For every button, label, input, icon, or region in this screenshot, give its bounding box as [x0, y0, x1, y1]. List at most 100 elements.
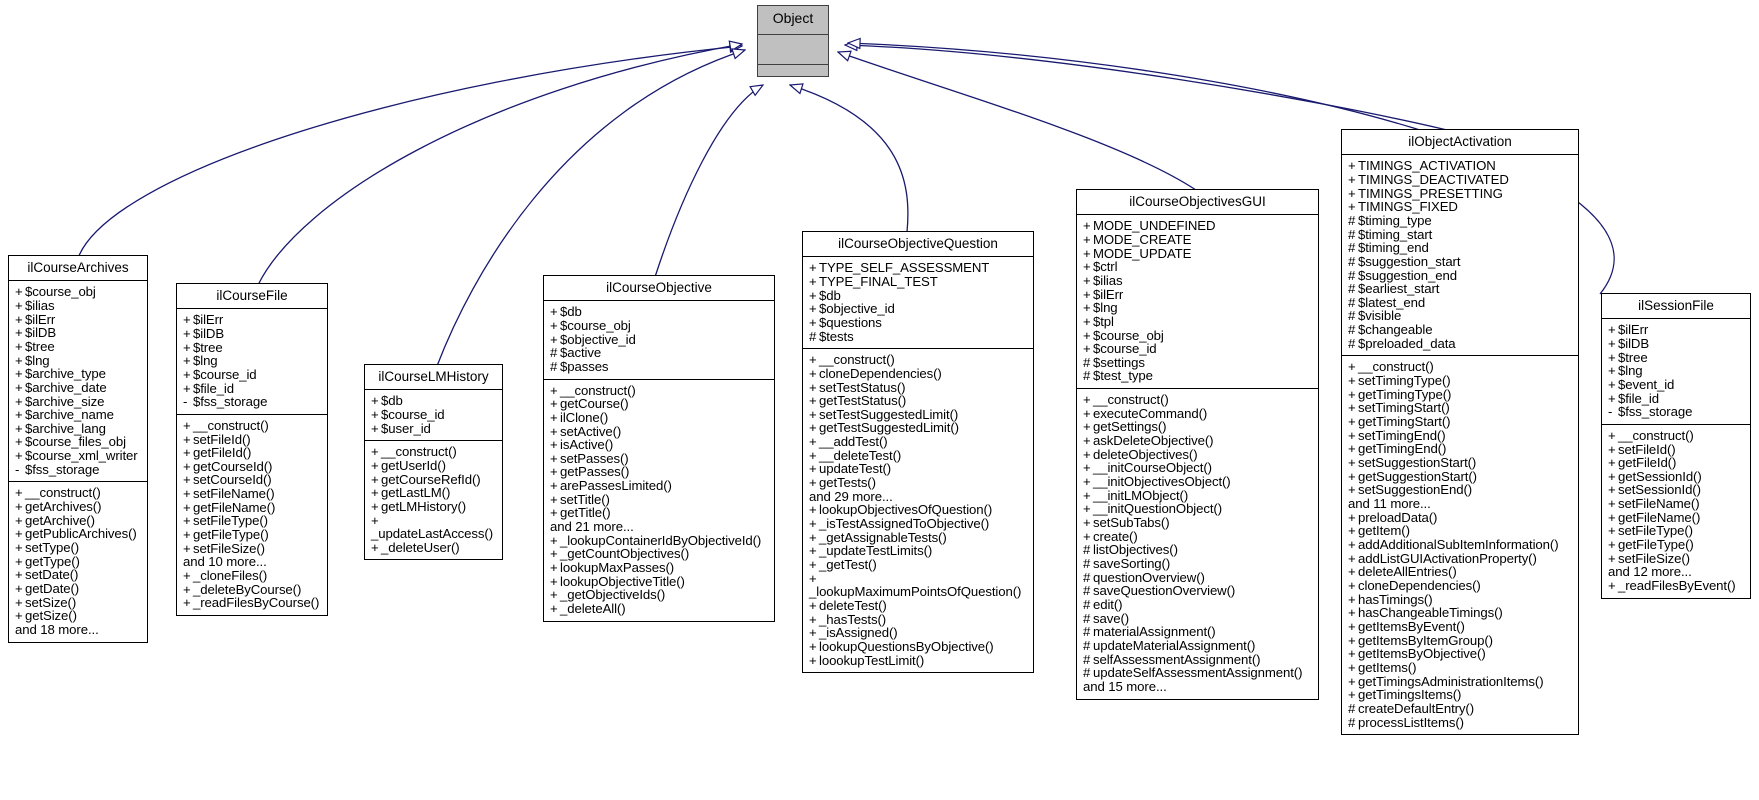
visibility-marker: + [550, 464, 558, 480]
class-member: + getSessionId() [1608, 468, 1702, 484]
class-title-ilcoursefile: ilCourseFile [177, 284, 327, 310]
visibility-marker: + [183, 568, 191, 584]
class-member: + getType() [15, 553, 80, 569]
visibility-marker: + [1608, 349, 1616, 365]
class-member: + getFileType() [1608, 537, 1694, 553]
visibility-marker: + [183, 417, 191, 433]
class-member: + $ilErr [1083, 286, 1124, 302]
visibility-marker: + [15, 608, 23, 624]
class-member: + lookupObjectivesOfQuestion() [809, 502, 993, 518]
class-member: + $lng [15, 352, 50, 368]
visibility-marker: + [15, 581, 23, 597]
visibility-marker: + [550, 546, 558, 562]
visibility-marker: # [1348, 267, 1356, 283]
visibility-marker: + [183, 458, 191, 474]
class-member: + hasTimings() [1348, 591, 1433, 607]
class-member: + $course_files_obj [15, 434, 126, 450]
class-member: + lookupObjectiveTitle() [550, 573, 685, 589]
visibility-marker: + [809, 475, 817, 491]
class-methods-ilcoursearchives: + __construct() + getArchives() + getArchive(… [9, 482, 147, 641]
visibility-marker: + [371, 471, 379, 487]
visibility-marker: # [1348, 240, 1356, 256]
visibility-marker: + [550, 437, 558, 453]
class-member: # $suggestion_end [1348, 267, 1457, 283]
visibility-marker: + [371, 512, 379, 528]
class-title-ilcourseobjectivesgui: ilCourseObjectivesGUI [1077, 190, 1318, 216]
class-member: + $course_obj [550, 317, 631, 333]
visibility-marker: # [1348, 308, 1356, 324]
class-member: + setSubTabs() [1083, 515, 1170, 531]
visibility-marker: + [809, 652, 817, 668]
class-box-object[interactable]: Object [757, 5, 829, 77]
visibility-marker: + [809, 260, 817, 276]
class-member: + setTestSuggestedLimit() [809, 406, 959, 422]
class-box-ilcourseobjectivequestion[interactable]: ilCourseObjectiveQuestion + TYPE_SELF_ASS… [802, 231, 1034, 674]
class-member-more: and 11 more... [1348, 496, 1431, 512]
visibility-marker: + [183, 325, 191, 341]
visibility-marker: + [371, 498, 379, 514]
class-member: + getPublicArchives() [15, 526, 137, 542]
class-member: + $questions [809, 314, 882, 330]
class-member: + $ilias [1083, 272, 1123, 288]
class-member: # $suggestion_start [1348, 253, 1461, 269]
class-title-ilcoursearchives: ilCourseArchives [9, 256, 147, 282]
visibility-marker: + [809, 379, 817, 395]
class-member: + $lng [1608, 363, 1643, 379]
visibility-marker: # [1083, 651, 1091, 667]
visibility-marker: + [15, 553, 23, 569]
class-member-more: and 21 more... [550, 519, 634, 535]
class-member: + $archive_lang [15, 420, 106, 436]
class-member: + getItemsByEvent() [1348, 618, 1465, 634]
visibility-marker: + [550, 423, 558, 439]
visibility-marker: + [1083, 272, 1091, 288]
class-box-ilsessionfile[interactable]: ilSessionFile + $ilErr + $ilDB + $tree + $lng + $… [1601, 293, 1751, 599]
class-methods-ilcourseobjectivequestion: + __construct() + cloneDependencies() + setTe… [803, 349, 1033, 672]
class-member: + $lng [1083, 300, 1118, 316]
class-box-ilcoursefile[interactable]: ilCourseFile + $ilErr + $ilDB + $tree + $lng + $c… [176, 283, 328, 617]
visibility-marker: + [1608, 509, 1616, 525]
visibility-marker: + [1608, 441, 1616, 457]
class-box-ilcourselmhistory[interactable]: ilCourseLMHistory + $db + $course_id + $user_… [364, 364, 503, 561]
class-member: - $fss_storage [15, 461, 100, 477]
class-member: + $ctrl [1083, 259, 1118, 275]
class-box-ilcourseobjective[interactable]: ilCourseObjective + $db + $course_obj + $obje… [543, 275, 775, 622]
class-member: + getCourse() [550, 396, 629, 412]
class-member: + addListGUIActivationProperty() [1348, 550, 1537, 566]
visibility-marker: + [1083, 259, 1091, 275]
class-member: + $objective_id [809, 301, 895, 317]
class-member: + $course_obj [15, 284, 96, 300]
class-member: + __initCourseObject() [1083, 460, 1212, 476]
class-member: + getFileName() [1608, 509, 1701, 525]
class-member: + deleteObjectives() [1083, 446, 1198, 462]
class-member: + getTimingEnd() [1348, 441, 1447, 457]
visibility-marker: + [183, 472, 191, 488]
class-member: +_updateLastAccess() [371, 512, 493, 542]
visibility-marker: + [809, 287, 817, 303]
class-member: + __construct() [1608, 427, 1694, 443]
visibility-marker: + [1348, 158, 1356, 174]
class-member: + $ilErr [15, 311, 56, 327]
visibility-marker: + [183, 353, 191, 369]
class-box-ilcoursearchives[interactable]: ilCourseArchives + $course_obj + $ilias + $il… [8, 255, 148, 643]
class-member-more: and 10 more... [183, 554, 267, 570]
visibility-marker: + [809, 598, 817, 614]
class-member: + _lookupContainerIdByObjectiveId() [550, 532, 762, 548]
class-box-ilcourseobjectivesgui[interactable]: ilCourseObjectivesGUI + MODE_UNDEFINED + MO… [1076, 189, 1319, 700]
visibility-marker: + [1348, 359, 1356, 375]
class-attributes-ilcourseobjectivesgui: + MODE_UNDEFINED + MODE_CREATE + MODE_UPDATE +… [1077, 215, 1318, 390]
visibility-marker: + [550, 505, 558, 521]
visibility-marker: + [1348, 605, 1356, 621]
visibility-marker: + [550, 317, 558, 333]
visibility-marker: + [809, 301, 817, 317]
visibility-marker: + [15, 434, 23, 450]
class-member-more: and 29 more... [809, 488, 893, 504]
visibility-marker: + [1608, 322, 1616, 338]
class-member: + $tree [183, 339, 223, 355]
class-box-ilobjectactivation[interactable]: ilObjectActivation + TIMINGS_ACTIVATION + T… [1341, 129, 1579, 736]
visibility-marker: + [15, 407, 23, 423]
visibility-marker: + [15, 366, 23, 382]
class-member: + getFileId() [1608, 455, 1677, 471]
class-member: + getItem() [1348, 523, 1410, 539]
visibility-marker: + [15, 485, 23, 501]
class-member: + $ilDB [15, 325, 57, 341]
